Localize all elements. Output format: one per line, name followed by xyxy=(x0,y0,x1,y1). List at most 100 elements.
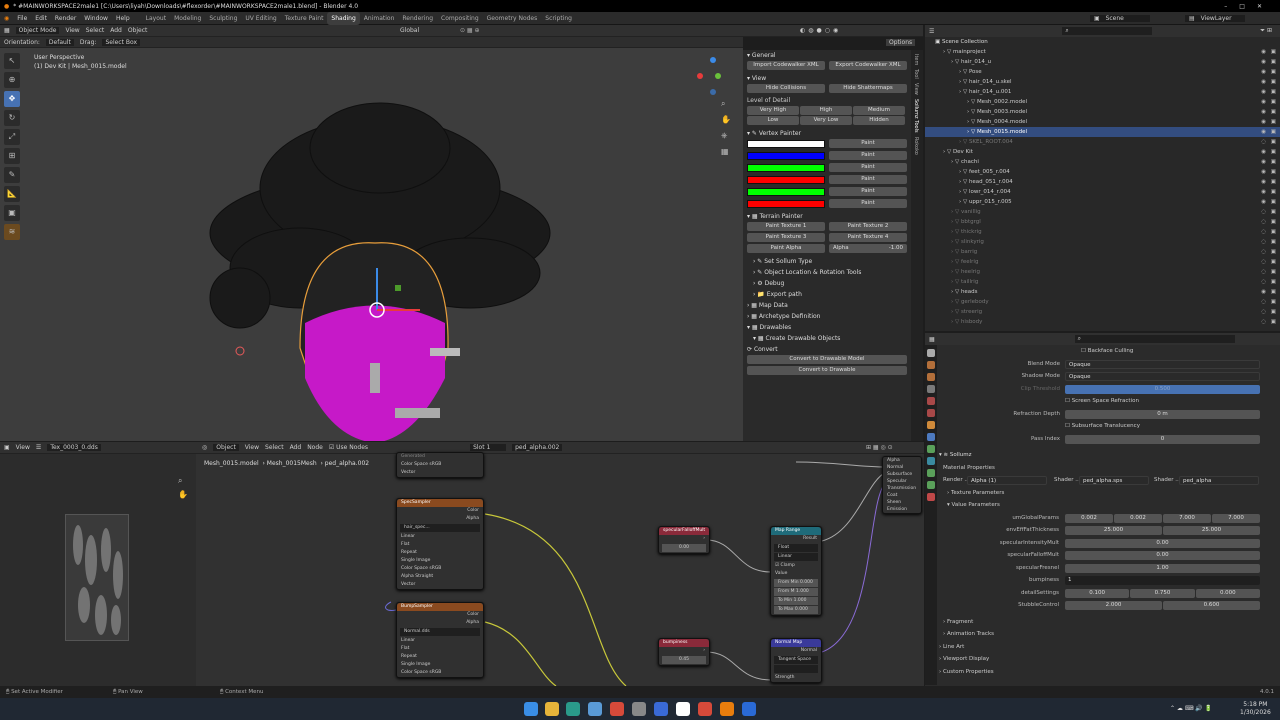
color-swatch[interactable] xyxy=(747,175,825,184)
convert-to-drawable-button[interactable]: Convert to Drawable xyxy=(747,366,907,375)
color-swatch[interactable] xyxy=(747,151,825,160)
image-menu-view[interactable]: View xyxy=(16,444,30,451)
visibility-eye-icon[interactable]: ◉ xyxy=(1261,67,1266,77)
properties-search-input[interactable]: ⌕ xyxy=(1074,335,1235,343)
shader-file-field[interactable]: ped_alpha.sps xyxy=(1079,476,1149,485)
edge-icon[interactable] xyxy=(566,702,580,716)
visibility-eye-icon[interactable]: ◉ xyxy=(1261,287,1266,297)
constraints-props-icon[interactable] xyxy=(927,469,935,477)
outliner-item[interactable]: › ▽ hisbody ◌ ▣ xyxy=(925,317,1280,327)
render-camera-icon[interactable]: ▣ xyxy=(1271,57,1276,67)
visibility-eye-icon[interactable]: ◌ xyxy=(1261,267,1266,277)
visibility-eye-icon[interactable]: ◌ xyxy=(1261,137,1266,147)
render-camera-icon[interactable]: ▣ xyxy=(1271,287,1276,297)
outliner-item[interactable]: › ▽ heads ◉ ▣ xyxy=(925,287,1280,297)
paint-texture-4-button[interactable]: Paint Texture 4 xyxy=(829,233,907,242)
vp-menu-object[interactable]: Object xyxy=(128,27,148,34)
transform-orientation[interactable]: Global xyxy=(400,27,419,34)
tab-sollumz-tools[interactable]: Sollumz Tools xyxy=(913,99,919,133)
spec-extension[interactable]: Repeat xyxy=(397,549,483,557)
physics-props-icon[interactable] xyxy=(927,457,935,465)
lod-low-button[interactable]: Low xyxy=(747,116,799,125)
param-value-field[interactable]: 7.000 xyxy=(1212,513,1260,523)
tray-icons[interactable]: ⌃ ☁ ⌨ 🔊 🔋 xyxy=(1170,705,1212,712)
lod-hidden-button[interactable]: Hidden xyxy=(853,116,905,125)
vertex-painter-header[interactable]: ▾ ✎ Vertex Painter xyxy=(743,128,911,139)
world-props-icon[interactable] xyxy=(927,409,935,417)
render-props-icon[interactable] xyxy=(927,361,935,369)
render-camera-icon[interactable]: ▣ xyxy=(1271,77,1276,87)
ws-tab-modeling[interactable]: Modeling xyxy=(170,12,205,25)
backface-culling-row[interactable]: ☐ Backface Culling xyxy=(939,345,1276,358)
from-max-value[interactable]: 1.000 xyxy=(796,589,809,594)
visibility-eye-icon[interactable]: ◌ xyxy=(1261,277,1266,287)
outliner-item[interactable]: › ▽ vanillig ◌ ▣ xyxy=(925,207,1280,217)
render-camera-icon[interactable]: ▣ xyxy=(1271,237,1276,247)
app-icon-2[interactable] xyxy=(632,702,646,716)
outliner-item[interactable]: › ▽ SKEL_ROOT.004 ◌ ▣ xyxy=(925,137,1280,147)
scene-props-icon[interactable] xyxy=(927,397,935,405)
visibility-eye-icon[interactable]: ◌ xyxy=(1261,247,1266,257)
move-tool-icon[interactable]: ✥ xyxy=(4,91,20,107)
paint-button[interactable]: Paint xyxy=(829,199,907,208)
app-icon-3[interactable] xyxy=(654,702,668,716)
map-range-node[interactable]: Map Range Result Float Linear ☑ Clamp Va… xyxy=(770,526,822,616)
bump-extension[interactable]: Repeat xyxy=(397,653,483,661)
object-props-icon[interactable] xyxy=(927,421,935,429)
param-value-field[interactable]: 25.000 xyxy=(1163,526,1260,535)
lod-very-high-button[interactable]: Very High xyxy=(747,106,799,115)
scene-selector[interactable]: ▣ Scene xyxy=(1090,14,1150,22)
blender-taskbar-icon[interactable] xyxy=(720,702,734,716)
render-camera-icon[interactable]: ▣ xyxy=(1271,107,1276,117)
visibility-eye-icon[interactable]: ◌ xyxy=(1261,237,1266,247)
mode-dropdown[interactable]: Object Mode xyxy=(15,27,60,34)
general-header[interactable]: ▾ General xyxy=(743,50,911,61)
image-menu-icon[interactable]: ☰ xyxy=(36,444,41,451)
ssr-row[interactable]: ☐ Screen Space Refraction xyxy=(939,395,1276,408)
param-value-field[interactable]: 0.00 xyxy=(1065,551,1260,560)
outliner-item[interactable]: › ▽ hair_014_u ◉ ▣ xyxy=(925,57,1280,67)
shading-mode-icons[interactable]: ◐◍●○◉ xyxy=(800,27,841,34)
tab-rokoko[interactable]: Rokoko xyxy=(913,137,919,155)
outliner-root[interactable]: ▣ Scene Collection xyxy=(925,37,1280,47)
texture-params-section[interactable]: › Texture Parameters xyxy=(939,487,1276,500)
measure-tool-icon[interactable]: 📐 xyxy=(4,186,20,202)
render-camera-icon[interactable]: ▣ xyxy=(1271,267,1276,277)
bump-projection[interactable]: Flat xyxy=(397,645,483,653)
bumpiness-node-value[interactable]: 0.45 xyxy=(662,656,706,664)
map-range-type[interactable]: Float xyxy=(774,544,818,552)
data-props-icon[interactable] xyxy=(927,481,935,489)
convert-section[interactable]: ⟳ Convert xyxy=(743,344,911,355)
map-data-section[interactable]: › ▦ Map Data xyxy=(743,300,911,311)
paint-button[interactable]: Paint xyxy=(829,175,907,184)
spec-projection[interactable]: Flat xyxy=(397,541,483,549)
image-texture-node-top[interactable]: Generated Color Space sRGB Vector xyxy=(396,452,484,478)
outliner-item[interactable]: › ▽ Mesh_0015.model ◉ ▣ xyxy=(925,127,1280,137)
annotate-tool-icon[interactable]: ✎ xyxy=(4,167,20,183)
render-camera-icon[interactable]: ▣ xyxy=(1271,117,1276,127)
color-swatch[interactable] xyxy=(747,187,825,196)
start-icon[interactable] xyxy=(524,702,538,716)
render-camera-icon[interactable]: ▣ xyxy=(1271,277,1276,287)
custom-properties-section[interactable]: › Custom Properties xyxy=(939,666,1276,679)
terrain-painter-header[interactable]: ▾ ▦ Terrain Painter xyxy=(743,211,911,222)
ws-tab-rendering[interactable]: Rendering xyxy=(398,12,437,25)
cursor-tool-icon[interactable]: ⊕ xyxy=(4,72,20,88)
ws-tab-uv-editing[interactable]: UV Editing xyxy=(241,12,280,25)
hide-shattermaps-button[interactable]: Hide Shattermaps xyxy=(829,84,907,93)
render-camera-icon[interactable]: ▣ xyxy=(1271,147,1276,157)
view-layer-props-icon[interactable] xyxy=(927,385,935,393)
render-camera-icon[interactable]: ▣ xyxy=(1271,127,1276,137)
visibility-eye-icon[interactable]: ◉ xyxy=(1261,77,1266,87)
outliner-item[interactable]: › ▽ taillrig ◌ ▣ xyxy=(925,277,1280,287)
visibility-eye-icon[interactable]: ◉ xyxy=(1261,117,1266,127)
lod-medium-button[interactable]: Medium xyxy=(853,106,905,115)
properties-editor-icon[interactable]: ▦ xyxy=(929,336,935,343)
menu-render[interactable]: Render xyxy=(51,15,80,22)
rotate-tool-icon[interactable]: ↻ xyxy=(4,110,20,126)
render-camera-icon[interactable]: ▣ xyxy=(1271,257,1276,267)
obj-location-tools[interactable]: › ✎ Object Location & Rotation Tools xyxy=(743,267,911,278)
viewlayer-selector[interactable]: ▤ ViewLayer xyxy=(1185,14,1245,22)
chrome-icon[interactable] xyxy=(610,702,624,716)
shadow-mode-dropdown[interactable]: Opaque xyxy=(1065,372,1260,381)
